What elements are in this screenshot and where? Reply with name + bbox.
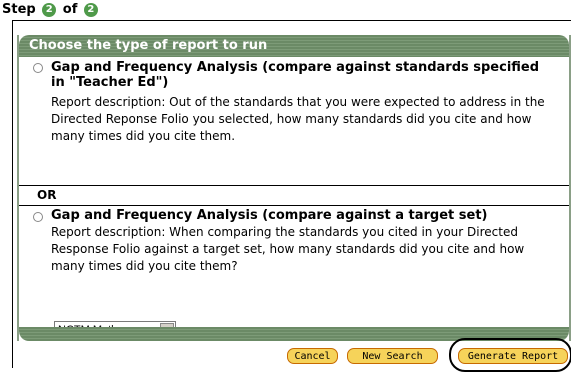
- or-divider: OR: [19, 186, 569, 206]
- step-prefix: Step: [2, 2, 36, 17]
- radio-standards[interactable]: [33, 63, 43, 73]
- cancel-button[interactable]: Cancel: [287, 348, 338, 364]
- or-label: OR: [37, 188, 57, 202]
- step-total-badge: 2: [83, 3, 98, 17]
- option-title: Gap and Frequency Analysis (compare agai…: [51, 208, 488, 223]
- report-type-panel: Choose the type of report to run Gap and…: [17, 35, 571, 341]
- option-title: Gap and Frequency Analysis (compare agai…: [51, 60, 540, 90]
- report-option-target: Gap and Frequency Analysis (compare agai…: [19, 206, 569, 339]
- report-option-standards: Gap and Frequency Analysis (compare agai…: [19, 57, 569, 186]
- step-current-badge: 2: [42, 3, 57, 17]
- panel-title: Choose the type of report to run: [19, 35, 569, 57]
- new-search-button[interactable]: New Search: [347, 348, 438, 364]
- step-of: of: [62, 2, 78, 17]
- step-indicator: Step 2 of 2: [0, 0, 571, 22]
- option-description: Report description: Out of the standards…: [51, 95, 545, 143]
- option-description: Report description: When comparing the s…: [51, 225, 525, 273]
- radio-target-set[interactable]: [33, 212, 43, 222]
- generate-report-button[interactable]: Generate Report: [458, 348, 568, 364]
